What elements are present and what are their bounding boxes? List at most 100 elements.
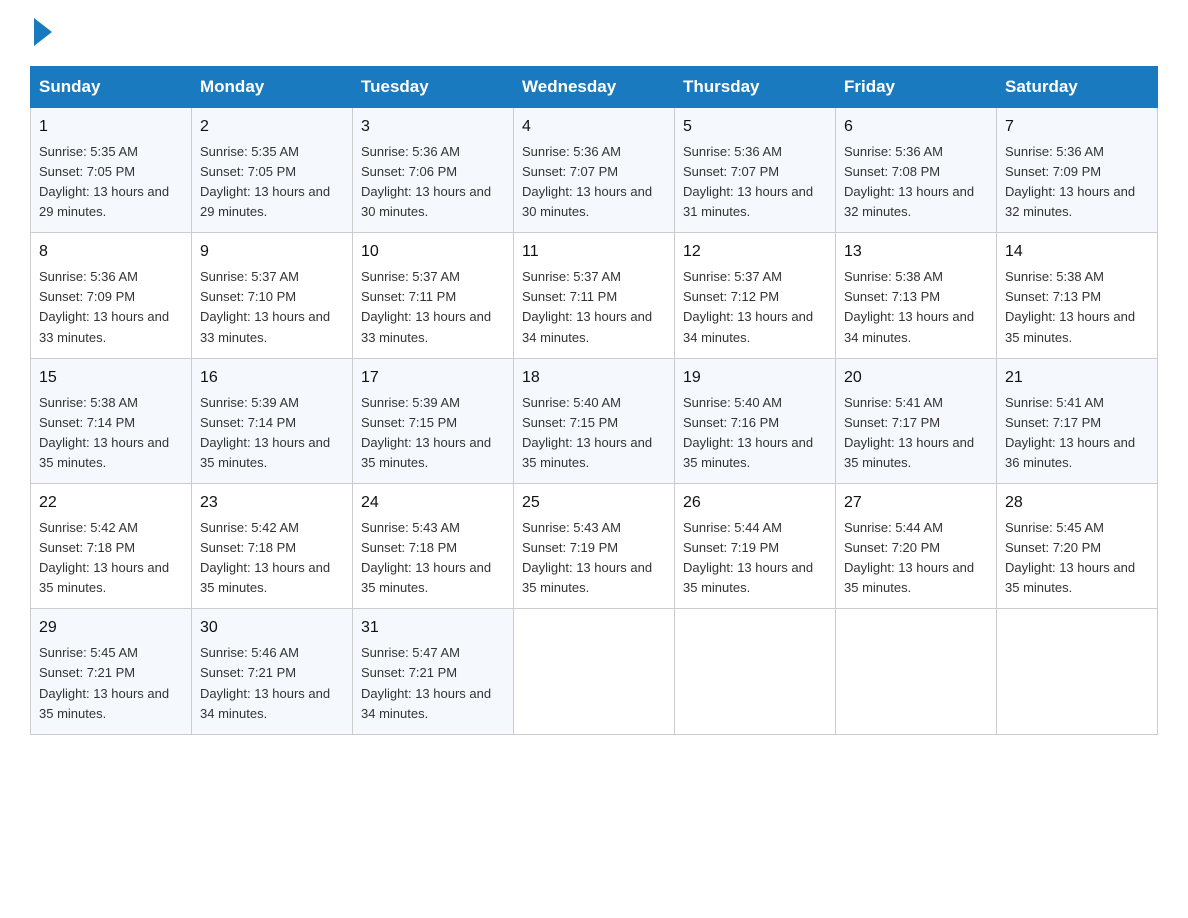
day-info: Sunrise: 5:38 AMSunset: 7:14 PMDaylight:… [39,393,183,474]
day-number: 15 [39,366,183,391]
calendar-day-9: 9Sunrise: 5:37 AMSunset: 7:10 PMDaylight… [192,233,353,358]
day-number: 20 [844,366,988,391]
calendar-day-30: 30Sunrise: 5:46 AMSunset: 7:21 PMDayligh… [192,609,353,734]
day-info: Sunrise: 5:36 AMSunset: 7:08 PMDaylight:… [844,142,988,223]
calendar-day-29: 29Sunrise: 5:45 AMSunset: 7:21 PMDayligh… [31,609,192,734]
empty-cell [514,609,675,734]
calendar-day-27: 27Sunrise: 5:44 AMSunset: 7:20 PMDayligh… [836,484,997,609]
page-header [30,20,1158,48]
calendar-day-16: 16Sunrise: 5:39 AMSunset: 7:14 PMDayligh… [192,358,353,483]
calendar-day-14: 14Sunrise: 5:38 AMSunset: 7:13 PMDayligh… [997,233,1158,358]
day-info: Sunrise: 5:43 AMSunset: 7:18 PMDaylight:… [361,518,505,599]
calendar-day-18: 18Sunrise: 5:40 AMSunset: 7:15 PMDayligh… [514,358,675,483]
empty-cell [836,609,997,734]
day-info: Sunrise: 5:38 AMSunset: 7:13 PMDaylight:… [1005,267,1149,348]
day-number: 11 [522,240,666,265]
day-info: Sunrise: 5:37 AMSunset: 7:10 PMDaylight:… [200,267,344,348]
calendar-week-4: 22Sunrise: 5:42 AMSunset: 7:18 PMDayligh… [31,484,1158,609]
day-number: 22 [39,491,183,516]
empty-cell [997,609,1158,734]
day-info: Sunrise: 5:35 AMSunset: 7:05 PMDaylight:… [39,142,183,223]
day-info: Sunrise: 5:36 AMSunset: 7:07 PMDaylight:… [522,142,666,223]
day-info: Sunrise: 5:45 AMSunset: 7:20 PMDaylight:… [1005,518,1149,599]
day-info: Sunrise: 5:41 AMSunset: 7:17 PMDaylight:… [844,393,988,474]
calendar-week-1: 1Sunrise: 5:35 AMSunset: 7:05 PMDaylight… [31,108,1158,233]
col-header-saturday: Saturday [997,67,1158,108]
day-info: Sunrise: 5:40 AMSunset: 7:15 PMDaylight:… [522,393,666,474]
day-number: 10 [361,240,505,265]
day-info: Sunrise: 5:43 AMSunset: 7:19 PMDaylight:… [522,518,666,599]
calendar-day-19: 19Sunrise: 5:40 AMSunset: 7:16 PMDayligh… [675,358,836,483]
calendar-day-3: 3Sunrise: 5:36 AMSunset: 7:06 PMDaylight… [353,108,514,233]
day-number: 3 [361,115,505,140]
day-info: Sunrise: 5:44 AMSunset: 7:20 PMDaylight:… [844,518,988,599]
day-number: 25 [522,491,666,516]
day-info: Sunrise: 5:44 AMSunset: 7:19 PMDaylight:… [683,518,827,599]
calendar-day-4: 4Sunrise: 5:36 AMSunset: 7:07 PMDaylight… [514,108,675,233]
calendar-day-26: 26Sunrise: 5:44 AMSunset: 7:19 PMDayligh… [675,484,836,609]
day-info: Sunrise: 5:37 AMSunset: 7:11 PMDaylight:… [361,267,505,348]
day-number: 29 [39,616,183,641]
calendar-day-24: 24Sunrise: 5:43 AMSunset: 7:18 PMDayligh… [353,484,514,609]
day-info: Sunrise: 5:41 AMSunset: 7:17 PMDaylight:… [1005,393,1149,474]
day-number: 21 [1005,366,1149,391]
calendar-day-28: 28Sunrise: 5:45 AMSunset: 7:20 PMDayligh… [997,484,1158,609]
calendar-day-11: 11Sunrise: 5:37 AMSunset: 7:11 PMDayligh… [514,233,675,358]
day-number: 30 [200,616,344,641]
day-info: Sunrise: 5:40 AMSunset: 7:16 PMDaylight:… [683,393,827,474]
day-number: 23 [200,491,344,516]
day-info: Sunrise: 5:36 AMSunset: 7:06 PMDaylight:… [361,142,505,223]
col-header-monday: Monday [192,67,353,108]
day-number: 16 [200,366,344,391]
day-info: Sunrise: 5:36 AMSunset: 7:07 PMDaylight:… [683,142,827,223]
day-info: Sunrise: 5:45 AMSunset: 7:21 PMDaylight:… [39,643,183,724]
day-info: Sunrise: 5:35 AMSunset: 7:05 PMDaylight:… [200,142,344,223]
day-number: 2 [200,115,344,140]
calendar-day-13: 13Sunrise: 5:38 AMSunset: 7:13 PMDayligh… [836,233,997,358]
day-info: Sunrise: 5:42 AMSunset: 7:18 PMDaylight:… [39,518,183,599]
empty-cell [675,609,836,734]
day-number: 9 [200,240,344,265]
day-info: Sunrise: 5:39 AMSunset: 7:15 PMDaylight:… [361,393,505,474]
calendar-day-2: 2Sunrise: 5:35 AMSunset: 7:05 PMDaylight… [192,108,353,233]
day-number: 31 [361,616,505,641]
day-number: 26 [683,491,827,516]
calendar-day-6: 6Sunrise: 5:36 AMSunset: 7:08 PMDaylight… [836,108,997,233]
day-number: 13 [844,240,988,265]
calendar-week-2: 8Sunrise: 5:36 AMSunset: 7:09 PMDaylight… [31,233,1158,358]
col-header-wednesday: Wednesday [514,67,675,108]
day-number: 28 [1005,491,1149,516]
logo-arrow-icon [34,18,52,46]
day-number: 7 [1005,115,1149,140]
calendar-day-12: 12Sunrise: 5:37 AMSunset: 7:12 PMDayligh… [675,233,836,358]
day-number: 27 [844,491,988,516]
calendar-table: SundayMondayTuesdayWednesdayThursdayFrid… [30,66,1158,735]
calendar-day-22: 22Sunrise: 5:42 AMSunset: 7:18 PMDayligh… [31,484,192,609]
calendar-day-5: 5Sunrise: 5:36 AMSunset: 7:07 PMDaylight… [675,108,836,233]
day-info: Sunrise: 5:36 AMSunset: 7:09 PMDaylight:… [1005,142,1149,223]
day-number: 5 [683,115,827,140]
day-number: 17 [361,366,505,391]
logo [30,20,52,48]
col-header-sunday: Sunday [31,67,192,108]
day-number: 19 [683,366,827,391]
day-info: Sunrise: 5:39 AMSunset: 7:14 PMDaylight:… [200,393,344,474]
calendar-day-20: 20Sunrise: 5:41 AMSunset: 7:17 PMDayligh… [836,358,997,483]
day-number: 24 [361,491,505,516]
day-info: Sunrise: 5:36 AMSunset: 7:09 PMDaylight:… [39,267,183,348]
day-info: Sunrise: 5:47 AMSunset: 7:21 PMDaylight:… [361,643,505,724]
calendar-day-15: 15Sunrise: 5:38 AMSunset: 7:14 PMDayligh… [31,358,192,483]
day-info: Sunrise: 5:37 AMSunset: 7:11 PMDaylight:… [522,267,666,348]
calendar-day-10: 10Sunrise: 5:37 AMSunset: 7:11 PMDayligh… [353,233,514,358]
col-header-friday: Friday [836,67,997,108]
calendar-week-5: 29Sunrise: 5:45 AMSunset: 7:21 PMDayligh… [31,609,1158,734]
day-number: 6 [844,115,988,140]
calendar-day-21: 21Sunrise: 5:41 AMSunset: 7:17 PMDayligh… [997,358,1158,483]
day-info: Sunrise: 5:37 AMSunset: 7:12 PMDaylight:… [683,267,827,348]
col-header-tuesday: Tuesday [353,67,514,108]
calendar-day-23: 23Sunrise: 5:42 AMSunset: 7:18 PMDayligh… [192,484,353,609]
day-number: 12 [683,240,827,265]
calendar-day-1: 1Sunrise: 5:35 AMSunset: 7:05 PMDaylight… [31,108,192,233]
day-number: 14 [1005,240,1149,265]
day-number: 4 [522,115,666,140]
